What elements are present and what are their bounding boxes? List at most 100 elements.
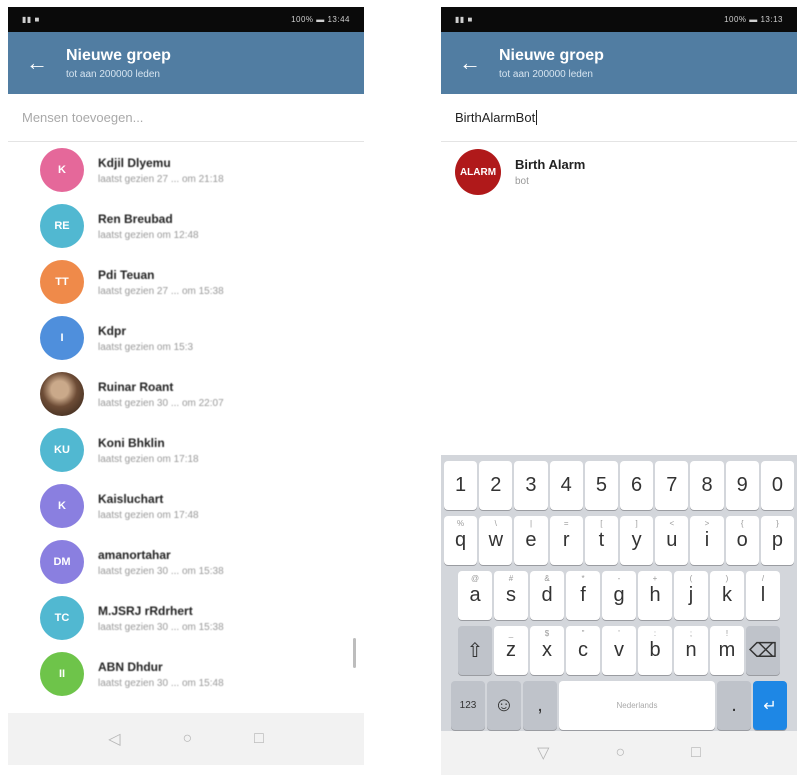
home-nav-icon[interactable]: ○ bbox=[615, 744, 625, 762]
avatar-photo bbox=[40, 372, 84, 416]
key-g[interactable]: -g bbox=[602, 571, 636, 620]
contact-list: K Kdjil Dlyemu laatst gezien 27 ... om 21… bbox=[8, 142, 364, 702]
contact-row[interactable]: DM amanortahar laatst gezien 30 ... om 15… bbox=[8, 534, 364, 590]
key-y[interactable]: ] y bbox=[620, 516, 654, 565]
contact-status: laatst gezien 30 ... om 15:38 bbox=[98, 565, 224, 577]
recents-nav-icon[interactable]: □ bbox=[254, 730, 264, 748]
key-hint: ] bbox=[635, 519, 638, 528]
key-l[interactable]: / l bbox=[746, 571, 780, 620]
contact-status: laatst gezien 30 ... om 15:48 bbox=[98, 677, 224, 689]
key-6[interactable]: 6 bbox=[620, 461, 654, 510]
key-n[interactable]: ; n bbox=[674, 626, 708, 675]
contact-row[interactable]: K Kaisluchart laatst gezien om 17:48 bbox=[8, 478, 364, 534]
key-c[interactable]: " c bbox=[566, 626, 600, 675]
back-nav-icon[interactable]: ▽ bbox=[537, 743, 549, 763]
avatar: K bbox=[40, 484, 84, 528]
comma-key[interactable]: , bbox=[523, 681, 557, 730]
contact-row[interactable]: I Kdpr laatst gezien om 15:3 bbox=[8, 310, 364, 366]
key-hint: ; bbox=[689, 629, 693, 638]
contact-row[interactable]: TT Pdi Teuan laatst gezien 27 ... om 15:3… bbox=[8, 254, 364, 310]
key-t[interactable]: [t bbox=[584, 516, 618, 565]
enter-key[interactable]: ↵ bbox=[753, 681, 787, 730]
key-label: h bbox=[649, 584, 661, 606]
contact-name: Kdjil Dlyemu bbox=[98, 155, 171, 170]
contact-name: amanortahar bbox=[98, 547, 171, 562]
add-people-input[interactable]: Mensen toevoegen... bbox=[8, 94, 364, 142]
key-3[interactable]: 3 bbox=[514, 461, 548, 510]
period-key[interactable]: . bbox=[717, 681, 751, 730]
key-4[interactable]: 4 bbox=[549, 461, 583, 510]
key-f[interactable]: * f bbox=[566, 571, 600, 620]
left-screen: ▮▮ ■ 100% ▬ 13:44 ← Nieuwe groep tot aan… bbox=[8, 7, 364, 765]
key-u[interactable]: < u bbox=[655, 516, 689, 565]
key-j[interactable]: (j bbox=[674, 571, 708, 620]
key-h[interactable]: + h bbox=[638, 571, 672, 620]
recents-nav-icon[interactable]: □ bbox=[691, 744, 701, 762]
key-i[interactable]: > i bbox=[690, 516, 724, 565]
key-r[interactable]: = r bbox=[549, 516, 583, 565]
search-placeholder: Mensen toevoegen... bbox=[22, 110, 144, 125]
key-5[interactable]: 5 bbox=[584, 461, 618, 510]
contact-name: Koni Bhklin bbox=[98, 435, 165, 450]
avatar: I bbox=[40, 316, 84, 360]
key-e[interactable]: | e bbox=[514, 516, 548, 565]
key-v[interactable]: ' v bbox=[602, 626, 636, 675]
key-label: z bbox=[506, 639, 516, 661]
key-x[interactable]: $ x bbox=[530, 626, 564, 675]
symbols-key[interactable]: 123 bbox=[451, 681, 485, 730]
letter-row-1: % q \ w | e = r[t] y < u > i{o} p bbox=[443, 516, 795, 565]
bot-avatar: ALARM bbox=[455, 149, 501, 195]
back-nav-icon[interactable]: ◁ bbox=[108, 729, 120, 749]
contact-row[interactable]: K Kdjil Dlyemu laatst gezien 27 ... om 21… bbox=[8, 142, 364, 198]
contact-name: Kaisluchart bbox=[98, 491, 164, 506]
key-2[interactable]: 2 bbox=[479, 461, 513, 510]
emoji-key[interactable]: ☺ bbox=[487, 681, 521, 730]
contact-row[interactable]: RE Ren Breubad laatst gezien om 12:48 bbox=[8, 198, 364, 254]
contact-row[interactable]: KU Koni Bhklin laatst gezien om 17:18 bbox=[8, 422, 364, 478]
key-b[interactable]: :b bbox=[638, 626, 672, 675]
key-p[interactable]: } p bbox=[760, 516, 795, 565]
key-hint: * bbox=[581, 574, 585, 583]
key-d[interactable]: & d bbox=[530, 571, 564, 620]
key-1[interactable]: 1 bbox=[443, 461, 478, 510]
key-9[interactable]: 9 bbox=[725, 461, 759, 510]
contact-name: Ren Breubad bbox=[98, 211, 173, 226]
search-result-row[interactable]: ALARM Birth Alarm bot bbox=[441, 142, 797, 202]
system-nav-bar: ▽ ○ □ bbox=[441, 731, 797, 775]
letter-row-3: ⇧ _ z $ x " c ' v: b; n! m ⌫ bbox=[443, 626, 795, 675]
key-m[interactable]: ! m bbox=[710, 626, 744, 675]
contact-name: Kdpr bbox=[98, 323, 126, 338]
shift-key[interactable]: ⇧ bbox=[458, 626, 492, 675]
key-hint: ( bbox=[689, 574, 693, 583]
contact-row[interactable]: Ruinar Roant laatst gezien 30 ... om 22:0… bbox=[8, 366, 364, 422]
add-people-input[interactable]: BirthAlarmBot bbox=[441, 94, 797, 142]
avatar: DM bbox=[40, 540, 84, 584]
key-k[interactable]: ) k bbox=[710, 571, 744, 620]
key-q[interactable]: % q bbox=[443, 516, 478, 565]
backspace-key[interactable]: ⌫ bbox=[746, 626, 780, 675]
key-z[interactable]: _ z bbox=[494, 626, 528, 675]
back-arrow-icon[interactable]: ← bbox=[441, 52, 499, 74]
key-0[interactable]: 0 bbox=[760, 461, 795, 510]
key-label: s bbox=[506, 584, 516, 606]
key-8[interactable]: 8 bbox=[690, 461, 724, 510]
key-label: c bbox=[578, 639, 588, 661]
page-subtitle: tot aan 200000 leden bbox=[499, 68, 593, 80]
back-arrow-icon[interactable]: ← bbox=[8, 52, 66, 74]
key-label: w bbox=[488, 529, 504, 551]
key-s[interactable]: # s bbox=[494, 571, 528, 620]
right-screen: ▮▮ ■ 100% ▬ 13:13 ← Nieuwe groep tot aan… bbox=[441, 7, 797, 775]
key-label: j bbox=[688, 584, 694, 606]
key-label: m bbox=[718, 639, 736, 661]
home-nav-icon[interactable]: ○ bbox=[182, 730, 192, 748]
space-key[interactable]: Nederlands bbox=[559, 681, 715, 730]
key-w[interactable]: \ w bbox=[479, 516, 513, 565]
key-a[interactable]: @ a bbox=[458, 571, 492, 620]
key-7[interactable]: 7 bbox=[655, 461, 689, 510]
contact-name: Ruinar Roant bbox=[98, 379, 174, 394]
contact-row[interactable]: TC M.JSRJ rRdrhert laatst gezien 30 ... o… bbox=[8, 590, 364, 646]
contact-row[interactable]: II ABN Dhdur laatst gezien 30 ... om 15:4… bbox=[8, 646, 364, 702]
scrollbar[interactable] bbox=[353, 638, 356, 668]
avatar: K bbox=[40, 148, 84, 192]
key-o[interactable]: {o bbox=[725, 516, 759, 565]
